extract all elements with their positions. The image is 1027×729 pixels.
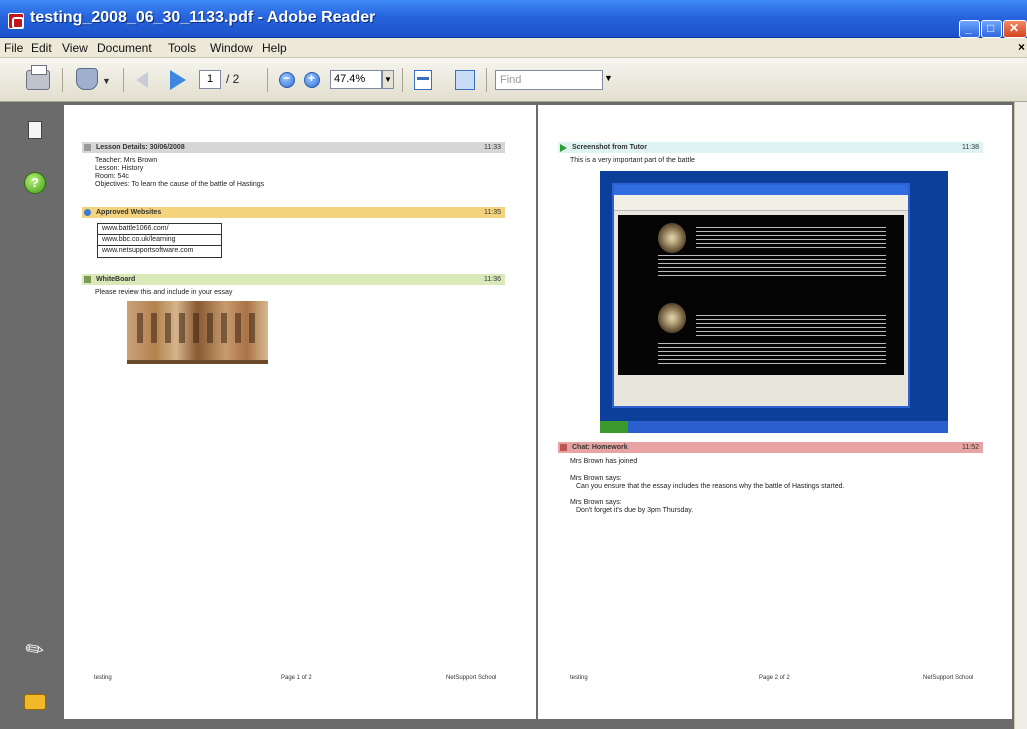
menu-document[interactable]: Document xyxy=(97,41,152,55)
whiteboard-icon xyxy=(84,276,91,283)
menu-view[interactable]: View xyxy=(62,41,88,55)
page-total: / 2 xyxy=(226,72,240,86)
approved-websites-list: www.battle1066.com/ www.bbc.co.uk/learni… xyxy=(97,223,222,258)
screenshot-header: Screenshot from Tutor 11:38 xyxy=(558,142,983,153)
menu-window[interactable]: Window xyxy=(210,41,253,55)
adobe-reader-icon xyxy=(8,13,24,29)
attachments-icon[interactable]: ✎ xyxy=(20,634,50,666)
tutor-screenshot-image xyxy=(600,171,948,433)
help-icon[interactable]: ? xyxy=(24,172,46,194)
whiteboard-header: WhiteBoard 11:36 xyxy=(82,274,505,285)
pdf-page-1: Lesson Details: 30/06/2008 11:33 Teacher… xyxy=(64,105,536,719)
toolbar-divider xyxy=(402,68,403,92)
maximize-button[interactable]: □ xyxy=(981,20,1002,38)
menu-bar: File Edit View Document Tools Window Hel… xyxy=(0,38,1027,58)
find-input[interactable]: Find xyxy=(495,70,603,90)
document-icon xyxy=(84,144,91,151)
website-link[interactable]: www.netsupportsoftware.com xyxy=(98,246,221,257)
lesson-teacher: Teacher: Mrs Brown xyxy=(95,157,158,164)
approved-websites-header: Approved Websites 11:35 xyxy=(82,207,505,218)
zoom-dropdown-icon[interactable]: ▼ xyxy=(382,70,394,89)
footer-left: testing xyxy=(570,675,588,681)
zoom-in-icon[interactable]: + xyxy=(304,71,320,88)
pages-icon[interactable] xyxy=(24,118,42,139)
close-button[interactable]: ✕ xyxy=(1003,20,1027,38)
timestamp: 11:38 xyxy=(962,144,979,151)
toolbar-divider xyxy=(486,68,487,92)
toolbar-divider xyxy=(267,68,268,92)
chevron-down-icon[interactable]: ▼ xyxy=(102,76,111,86)
previous-page-icon[interactable] xyxy=(136,72,148,88)
chat-icon xyxy=(560,444,567,451)
print-icon[interactable] xyxy=(26,65,50,90)
timestamp: 11:35 xyxy=(484,209,501,216)
chat-sender: Mrs Brown says: xyxy=(570,499,622,506)
chat-sender: Mrs Brown says: xyxy=(570,475,622,482)
comments-icon[interactable] xyxy=(24,694,46,710)
page-number-input[interactable]: 1 xyxy=(199,70,221,89)
lesson-details-header: Lesson Details: 30/06/2008 11:33 xyxy=(82,142,505,153)
minimize-button[interactable]: _ xyxy=(959,20,980,38)
footer-page-number: Page 2 of 2 xyxy=(759,675,790,681)
timestamp: 11:33 xyxy=(484,144,501,151)
full-screen-icon[interactable] xyxy=(455,70,475,90)
website-link[interactable]: www.bbc.co.uk/learning xyxy=(98,235,221,246)
footer-right: NetSupport School xyxy=(446,675,497,681)
footer-left: testing xyxy=(94,675,112,681)
vertical-scrollbar[interactable] xyxy=(1014,102,1027,729)
window-title: testing_2008_06_30_1133.pdf - Adobe Read… xyxy=(30,9,376,26)
close-document-icon[interactable]: × xyxy=(1018,40,1025,54)
toolbar-divider xyxy=(123,68,124,92)
tapestry-image xyxy=(127,301,268,364)
menu-edit[interactable]: Edit xyxy=(31,41,52,55)
chat-message: Don't forget it's due by 3pm Thursday. xyxy=(576,507,694,514)
toolbar: ▼ 1 / 2 − + 47.4% ▼ Find ▼ xyxy=(0,58,1027,102)
find-dropdown-icon[interactable]: ▼ xyxy=(604,73,613,83)
document-area: Lesson Details: 30/06/2008 11:33 Teacher… xyxy=(61,102,1014,729)
zoom-out-icon[interactable]: − xyxy=(279,71,295,88)
footer-page-number: Page 1 of 2 xyxy=(281,675,312,681)
lesson-subject: Lesson: History xyxy=(95,165,144,172)
screenshot-caption: This is a very important part of the bat… xyxy=(570,157,695,164)
website-link[interactable]: www.battle1066.com/ xyxy=(98,224,221,235)
hand-tool-icon[interactable] xyxy=(76,68,98,90)
timestamp: 11:36 xyxy=(484,276,501,283)
pdf-page-2: Screenshot from Tutor 11:38 This is a ve… xyxy=(538,105,1012,719)
play-icon xyxy=(560,144,567,152)
timestamp: 11:52 xyxy=(962,444,979,451)
footer-right: NetSupport School xyxy=(923,675,974,681)
globe-icon xyxy=(84,209,91,216)
zoom-level-input[interactable]: 47.4% xyxy=(330,70,382,89)
title-bar: testing_2008_06_30_1133.pdf - Adobe Read… xyxy=(0,0,1027,38)
fit-page-icon[interactable] xyxy=(414,70,432,90)
screenshot-browser-window xyxy=(612,183,910,408)
toolbar-divider xyxy=(62,68,63,92)
chat-message: Can you ensure that the essay includes t… xyxy=(576,483,845,490)
next-page-icon[interactable] xyxy=(170,70,186,90)
navigation-pane: ? ✎ xyxy=(0,102,61,729)
menu-tools[interactable]: Tools xyxy=(168,41,196,55)
menu-help[interactable]: Help xyxy=(262,41,287,55)
lesson-room: Room: 54c xyxy=(95,173,129,180)
lesson-objectives: Objectives: To learn the cause of the ba… xyxy=(95,181,265,188)
chat-message: Mrs Brown has joined xyxy=(570,458,638,465)
whiteboard-note: Please review this and include in your e… xyxy=(95,289,233,296)
menu-file[interactable]: File xyxy=(4,41,23,55)
chat-homework-header: Chat: Homework 11:52 xyxy=(558,442,983,453)
